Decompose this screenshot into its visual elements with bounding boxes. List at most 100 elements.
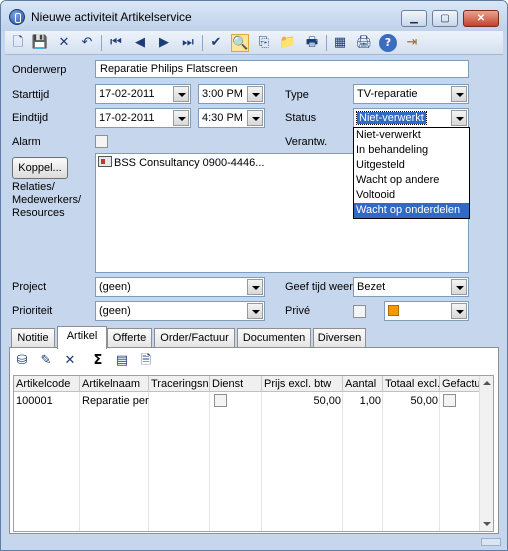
dropdown-option[interactable]: Uitgesteld — [354, 158, 469, 173]
chevron-down-icon[interactable] — [247, 279, 263, 295]
stock-icon[interactable]: ▤ — [114, 353, 130, 369]
koppel-button[interactable]: Koppel... — [12, 157, 68, 179]
next-record-icon[interactable]: ▶ — [155, 34, 173, 52]
properties-icon[interactable]: ▦ — [331, 34, 349, 52]
column-header-dienst[interactable]: Dienst — [210, 376, 262, 392]
new-icon[interactable]: 🗋 — [9, 34, 27, 52]
previous-record-icon[interactable]: ◀ — [131, 34, 149, 52]
document-icon[interactable]: 🗎 — [138, 353, 154, 369]
dropdown-option[interactable]: Voltooid — [354, 188, 469, 203]
cell-artikelcode[interactable]: 100001 — [14, 393, 80, 409]
first-record-icon[interactable]: ⏮ — [107, 34, 125, 52]
chevron-down-icon[interactable] — [451, 110, 467, 126]
list-item[interactable]: BSS Consultancy 0900-4446... — [98, 156, 264, 169]
last-record-icon[interactable]: ⏭ — [179, 34, 197, 52]
toolbar-separator — [202, 35, 203, 51]
end-time-picker[interactable]: 4:30 PM — [198, 108, 265, 128]
column-header-prijs[interactable]: Prijs excl. btw — [262, 376, 343, 392]
tab-offerte[interactable]: Offerte — [107, 328, 152, 348]
show-time-as-select[interactable]: Bezet — [353, 277, 469, 297]
chevron-down-icon[interactable] — [173, 86, 189, 102]
dropdown-option[interactable]: In behandeling — [354, 143, 469, 158]
type-select[interactable]: TV-reparatie — [353, 84, 469, 104]
prioriteit-label: Prioriteit — [12, 305, 53, 317]
tab-notitie[interactable]: Notitie — [11, 328, 55, 348]
artikel-panel: ⛁ ✎ ✕ Σ ▤ 🗎 Artikelcode Artikelnaam Trac… — [9, 347, 499, 534]
undo-icon[interactable]: ↶ — [78, 34, 96, 52]
dropdown-option[interactable]: Wacht op andere — [354, 173, 469, 188]
title-bar[interactable]: Nieuwe activiteit Artikelservice ▁ ▢ ✕ — [1, 1, 507, 31]
start-date-picker[interactable]: 17-02-2011 — [95, 84, 191, 104]
gefactureerd-checkbox[interactable] — [443, 394, 456, 407]
edit-article-icon[interactable]: ✎ — [38, 353, 54, 369]
delete-icon[interactable]: ✕ — [55, 34, 73, 52]
end-time-value: 4:30 PM — [202, 112, 243, 124]
toolbar-separator — [101, 35, 102, 51]
column-header-totaal[interactable]: Totaal excl. — [383, 376, 440, 392]
chevron-down-icon[interactable] — [247, 86, 263, 102]
table-row[interactable]: 100001 Reparatie per 50,00 1,00 50,00 — [14, 393, 481, 409]
cell-prijs[interactable]: 50,00 — [262, 393, 343, 409]
folder-icon[interactable]: 📁 — [279, 34, 297, 52]
column-divider — [261, 392, 262, 531]
close-button[interactable]: ✕ — [463, 10, 499, 27]
add-article-icon[interactable]: ⛁ — [14, 353, 30, 369]
scroll-down-icon[interactable] — [480, 517, 493, 531]
maximize-button[interactable]: ▢ — [432, 10, 458, 27]
print-icon[interactable]: 🖨 — [355, 34, 373, 52]
tab-documenten[interactable]: Documenten — [237, 328, 311, 348]
project-value: (geen) — [99, 281, 131, 293]
status-dropdown-list[interactable]: Niet-verwerkt In behandeling Uitgesteld … — [353, 127, 470, 219]
tab-artikel[interactable]: Artikel — [57, 326, 107, 349]
priority-select[interactable]: (geen) — [95, 301, 265, 321]
chevron-down-icon[interactable] — [247, 303, 263, 319]
status-select[interactable]: Niet-verwerkt — [353, 108, 469, 128]
minimize-button[interactable]: ▁ — [401, 10, 427, 27]
panel-toolbar: ⛁ ✎ ✕ Σ ▤ 🗎 — [10, 348, 498, 374]
column-header-traceringsnummer[interactable]: Traceringsnu — [149, 376, 210, 392]
help-icon[interactable]: ? — [379, 34, 397, 52]
eindtijd-label: Eindtijd — [12, 112, 49, 124]
chevron-down-icon[interactable] — [451, 86, 467, 102]
status-label: Status — [285, 112, 317, 124]
print-preview-icon[interactable]: 🖶 — [303, 34, 321, 52]
end-date-picker[interactable]: 17-02-2011 — [95, 108, 191, 128]
alarm-checkbox[interactable] — [95, 135, 108, 148]
chevron-down-icon[interactable] — [451, 303, 467, 319]
preview-icon[interactable]: 🔍 — [231, 34, 249, 52]
resources-label: Resources — [12, 207, 65, 219]
grid-scrollbar[interactable] — [479, 376, 493, 531]
color-select[interactable] — [384, 301, 469, 321]
save-icon[interactable]: 💾 — [31, 34, 49, 52]
dienst-checkbox[interactable] — [214, 394, 227, 407]
scroll-up-icon[interactable] — [480, 376, 493, 390]
sum-icon[interactable]: Σ — [90, 353, 106, 369]
dropdown-option-highlighted[interactable]: Wacht op onderdelen — [354, 203, 469, 218]
chevron-down-icon[interactable] — [451, 279, 467, 295]
prive-checkbox[interactable] — [353, 305, 366, 318]
column-header-aantal[interactable]: Aantal — [343, 376, 383, 392]
column-header-artikelnaam[interactable]: Artikelnaam — [80, 376, 149, 392]
tab-diversen[interactable]: Diversen — [313, 328, 366, 348]
copy-icon[interactable]: ⎘ — [255, 34, 273, 52]
check-icon[interactable]: ✔ — [207, 34, 225, 52]
column-header-artikelcode[interactable]: Artikelcode — [14, 376, 80, 392]
project-select[interactable]: (geen) — [95, 277, 265, 297]
delete-article-icon[interactable]: ✕ — [62, 353, 78, 369]
dropdown-option[interactable]: Niet-verwerkt — [354, 128, 469, 143]
tab-order-factuur[interactable]: Order/Factuur — [154, 328, 235, 348]
exit-icon[interactable]: ⇥ — [403, 34, 421, 52]
column-header-gefactureerd[interactable]: Gefactu — [440, 376, 481, 392]
chevron-down-icon[interactable] — [247, 110, 263, 126]
cell-artikelnaam[interactable]: Reparatie per — [80, 393, 149, 409]
cell-traceringsnummer[interactable] — [149, 393, 210, 409]
cell-totaal[interactable]: 50,00 — [383, 393, 440, 409]
cell-aantal[interactable]: 1,00 — [343, 393, 383, 409]
onderwerp-field[interactable]: Reparatie Philips Flatscreen — [95, 60, 469, 78]
resize-grip-icon[interactable] — [481, 538, 501, 546]
article-grid[interactable]: Artikelcode Artikelnaam Traceringsnu Die… — [13, 375, 494, 532]
start-time-picker[interactable]: 3:00 PM — [198, 84, 265, 104]
relation-label: BSS Consultancy 0900-4446... — [114, 157, 265, 169]
column-divider — [439, 392, 440, 531]
chevron-down-icon[interactable] — [173, 110, 189, 126]
